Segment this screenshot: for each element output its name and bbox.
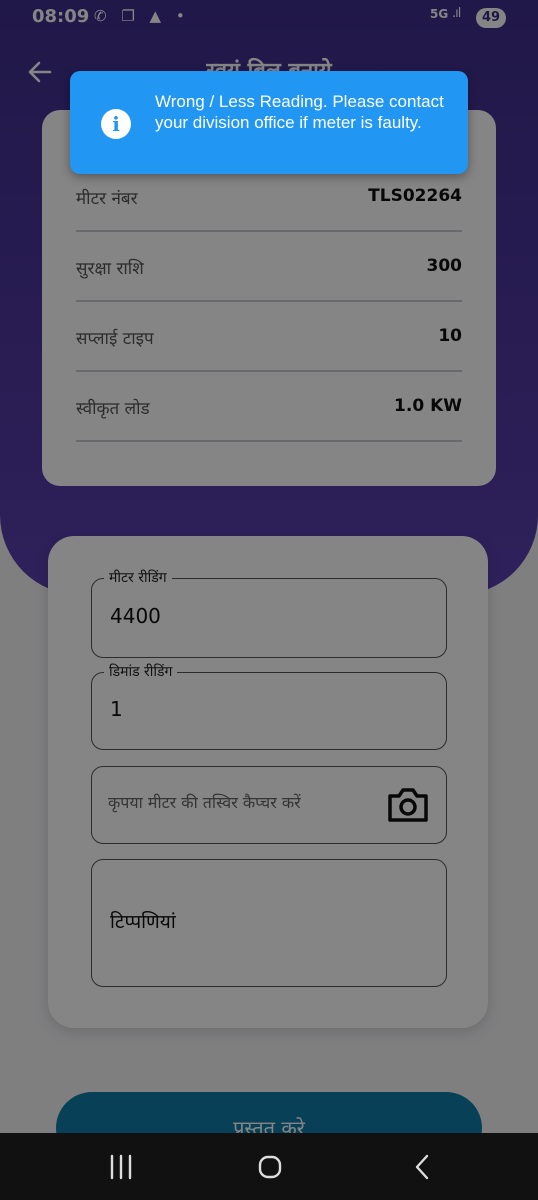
back-nav-icon[interactable] [403,1151,443,1183]
recent-apps-icon[interactable] [101,1151,141,1183]
dim-overlay [0,0,538,1200]
warning-toast: i Wrong / Less Reading. Please contact y… [70,71,468,174]
home-icon[interactable] [250,1151,290,1183]
toast-message: Wrong / Less Reading. Please contact you… [155,92,444,132]
navigation-bar [0,1133,538,1200]
info-icon: i [101,109,131,139]
